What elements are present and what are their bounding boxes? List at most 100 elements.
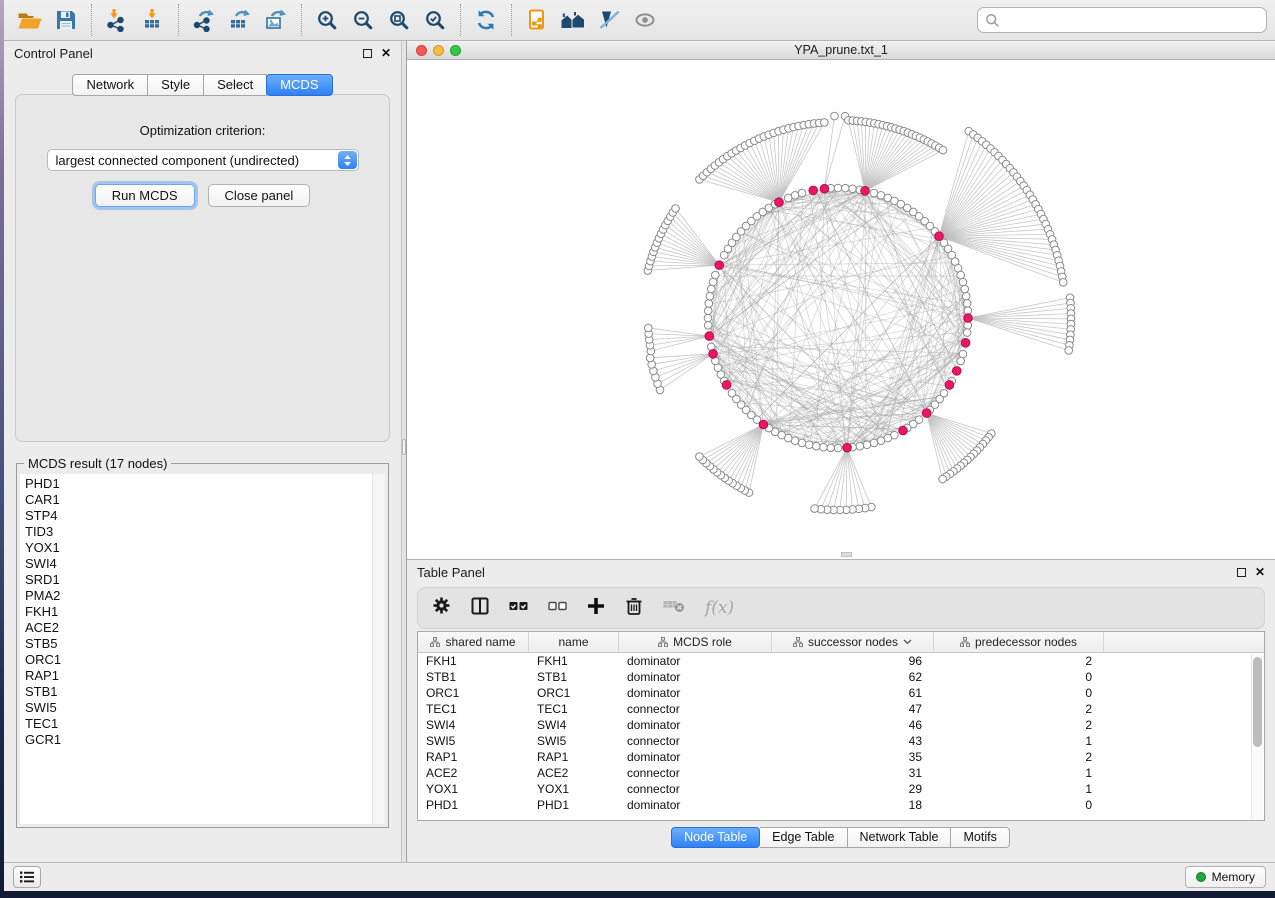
table-cell[interactable]: SWI4 <box>529 718 619 732</box>
network-node[interactable] <box>963 300 971 308</box>
mcds-node[interactable] <box>843 443 852 452</box>
export-image-button[interactable] <box>258 3 294 37</box>
delete-button[interactable] <box>625 596 643 620</box>
table-cell[interactable]: STB1 <box>418 670 529 684</box>
network-node[interactable] <box>834 444 842 452</box>
mcds-result-item[interactable]: SRD1 <box>25 572 385 588</box>
zoom-fit-button[interactable] <box>381 3 417 37</box>
network-node[interactable] <box>811 505 819 513</box>
split-view-button[interactable] <box>471 597 489 620</box>
table-row[interactable]: RAP1RAP1dominator352 <box>418 749 1264 765</box>
table-cell[interactable]: connector <box>619 734 772 748</box>
table-scrollbar[interactable] <box>1251 654 1263 819</box>
table-row[interactable]: ORC1ORC1dominator610 <box>418 685 1264 701</box>
mcds-result-item[interactable]: GCR1 <box>25 732 385 748</box>
table-cell[interactable]: 1 <box>934 734 1104 748</box>
show-graphics-button[interactable] <box>627 3 663 37</box>
table-cell[interactable]: TEC1 <box>418 702 529 716</box>
tab-edge-table[interactable]: Edge Table <box>760 827 847 848</box>
criterion-select[interactable]: largest connected component (undirected) <box>47 149 359 171</box>
network-node[interactable] <box>798 439 806 447</box>
network-node[interactable] <box>870 439 878 447</box>
export-network-button[interactable] <box>186 3 222 37</box>
table-cell[interactable]: 47 <box>772 702 934 716</box>
cybrowser-button[interactable] <box>555 3 591 37</box>
table-cell[interactable]: 2 <box>934 718 1104 732</box>
table-cell[interactable]: connector <box>619 782 772 796</box>
table-cell[interactable]: dominator <box>619 798 772 812</box>
mcds-list-scrollbar[interactable] <box>372 474 385 824</box>
search-input[interactable] <box>1005 13 1259 28</box>
network-node[interactable] <box>704 314 712 322</box>
table-cell[interactable]: YOX1 <box>418 782 529 796</box>
vizmapper-button[interactable] <box>591 3 627 37</box>
table-row[interactable]: SWI4SWI4dominator462 <box>418 717 1264 733</box>
network-node[interactable] <box>704 321 712 329</box>
network-node[interactable] <box>957 271 965 279</box>
table-cell[interactable]: STB1 <box>529 670 619 684</box>
table-cell[interactable]: 46 <box>772 718 934 732</box>
table-cell[interactable]: 31 <box>772 766 934 780</box>
table-cell[interactable]: dominator <box>619 750 772 764</box>
table-cell[interactable]: ACE2 <box>529 766 619 780</box>
table-cell[interactable]: RAP1 <box>418 750 529 764</box>
mcds-node[interactable] <box>961 339 970 348</box>
float-panel-icon[interactable] <box>1237 568 1246 577</box>
table-cell[interactable]: FKH1 <box>418 654 529 668</box>
network-graph[interactable] <box>407 60 1275 559</box>
mcds-node[interactable] <box>861 187 870 196</box>
minimize-window-icon[interactable] <box>433 45 444 56</box>
network-node[interactable] <box>644 324 652 332</box>
table-row[interactable]: STB1STB1dominator620 <box>418 669 1264 685</box>
export-table-button[interactable] <box>222 3 258 37</box>
table-cell[interactable]: dominator <box>619 718 772 732</box>
mcds-node[interactable] <box>922 409 931 418</box>
close-panel-icon[interactable]: ✕ <box>1255 566 1265 578</box>
table-cell[interactable]: 2 <box>934 654 1104 668</box>
table-row[interactable]: FKH1FKH1dominator962 <box>418 653 1264 669</box>
column-header-name[interactable]: name <box>529 632 619 652</box>
table-cell[interactable]: 2 <box>934 750 1104 764</box>
mcds-node[interactable] <box>935 232 944 241</box>
add-button[interactable] <box>587 597 605 620</box>
tab-node-table[interactable]: Node Table <box>671 827 760 848</box>
mcds-node[interactable] <box>705 332 714 341</box>
table-cell[interactable]: PHD1 <box>529 798 619 812</box>
mcds-node[interactable] <box>952 367 961 376</box>
network-node[interactable] <box>962 292 970 300</box>
table-cell[interactable]: 0 <box>934 670 1104 684</box>
tab-motifs[interactable]: Motifs <box>951 827 1009 848</box>
tab-style[interactable]: Style <box>148 74 204 96</box>
mcds-result-item[interactable]: PHD1 <box>25 476 385 492</box>
save-session-button[interactable] <box>48 3 84 37</box>
import-table-button[interactable] <box>135 3 171 37</box>
mcds-result-item[interactable]: RAP1 <box>25 668 385 684</box>
table-cell[interactable]: connector <box>619 766 772 780</box>
network-node[interactable] <box>834 184 842 192</box>
mcds-result-list[interactable]: PHD1CAR1STP4TID3YOX1SWI4SRD1PMA2FKH1ACE2… <box>20 474 385 824</box>
table-cell[interactable]: 35 <box>772 750 934 764</box>
network-node[interactable] <box>791 191 799 199</box>
network-node[interactable] <box>812 442 820 450</box>
network-node[interactable] <box>939 475 947 483</box>
close-window-icon[interactable] <box>416 45 427 56</box>
table-cell[interactable]: 0 <box>934 686 1104 700</box>
table-row[interactable]: TEC1TEC1connector472 <box>418 701 1264 717</box>
table-cell[interactable]: 18 <box>772 798 934 812</box>
table-cell[interactable]: ACE2 <box>418 766 529 780</box>
refresh-layout-button[interactable] <box>468 3 504 37</box>
delete-table-button[interactable] <box>663 598 685 619</box>
column-header-shared-name[interactable]: shared name <box>418 632 529 652</box>
mcds-node[interactable] <box>759 420 768 429</box>
maximize-window-icon[interactable] <box>450 45 461 56</box>
network-node[interactable] <box>705 300 713 308</box>
mcds-node[interactable] <box>809 186 818 195</box>
table-row[interactable]: SWI5SWI5connector431 <box>418 733 1264 749</box>
column-header-mcds-role[interactable]: MCDS role <box>619 632 772 652</box>
search-box[interactable] <box>977 7 1267 33</box>
tab-mcds[interactable]: MCDS <box>266 74 332 96</box>
network-node[interactable] <box>877 437 885 445</box>
network-node[interactable] <box>711 271 719 279</box>
column-header-successor-nodes[interactable]: successor nodes <box>772 632 934 652</box>
table-cell[interactable]: 2 <box>934 702 1104 716</box>
